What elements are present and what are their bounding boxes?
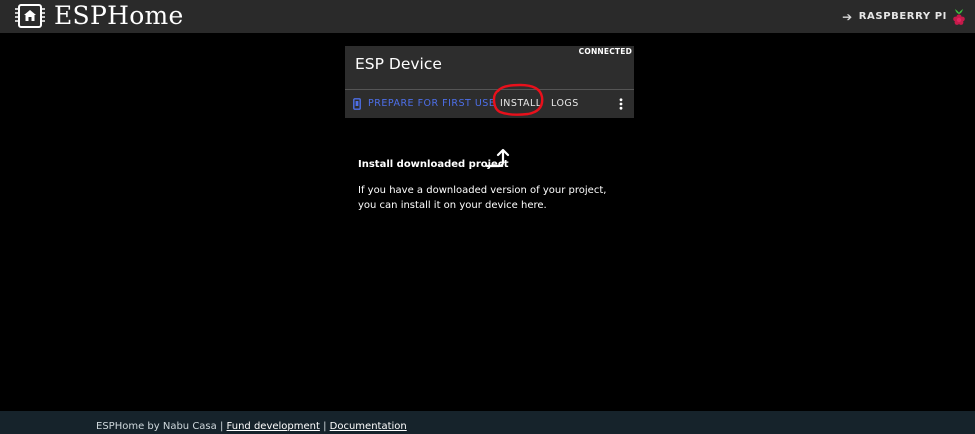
raspberry-pi-icon [953,8,965,25]
footer-text: ESPHome by Nabu Casa | Fund development … [96,421,407,432]
card-actions: PREPARE FOR FIRST USE INSTALL LOGS [345,83,634,118]
arrow-up-turn-icon [485,148,510,168]
more-vertical-icon [619,98,623,110]
device-title: ESP Device [355,55,442,73]
footer-separator: | [219,421,224,432]
footer-separator: | [323,421,327,432]
logs-button[interactable]: LOGS [551,90,579,118]
app-footer: ESPHome by Nabu Casa | Fund development … [0,411,975,434]
footer-credit: ESPHome by Nabu Casa [96,421,217,432]
documentation-link[interactable]: Documentation [330,421,407,432]
app-title: ESPHome [54,1,184,30]
fund-development-link[interactable]: Fund development [227,421,320,432]
prepare-first-use-button[interactable]: PREPARE FOR FIRST USE [353,90,495,118]
prepare-label: PREPARE FOR FIRST USE [368,98,496,109]
platform-switcher[interactable]: ➔ RASPBERRY PI [842,0,967,33]
app-header: ESPHome ➔ RASPBERRY PI [0,0,975,33]
device-card: CONNECTED ESP Device PREPARE FOR FIRST U… [345,46,634,118]
platform-label: RASPBERRY PI [858,11,947,22]
esphome-chip-icon [15,4,45,28]
usb-device-icon [353,98,361,110]
overflow-menu-button[interactable] [615,90,627,118]
install-section-description: If you have a downloaded version of your… [358,185,607,211]
status-badge: CONNECTED [578,47,632,56]
arrow-right-icon: ➔ [842,9,853,24]
install-button[interactable]: INSTALL [500,90,542,118]
